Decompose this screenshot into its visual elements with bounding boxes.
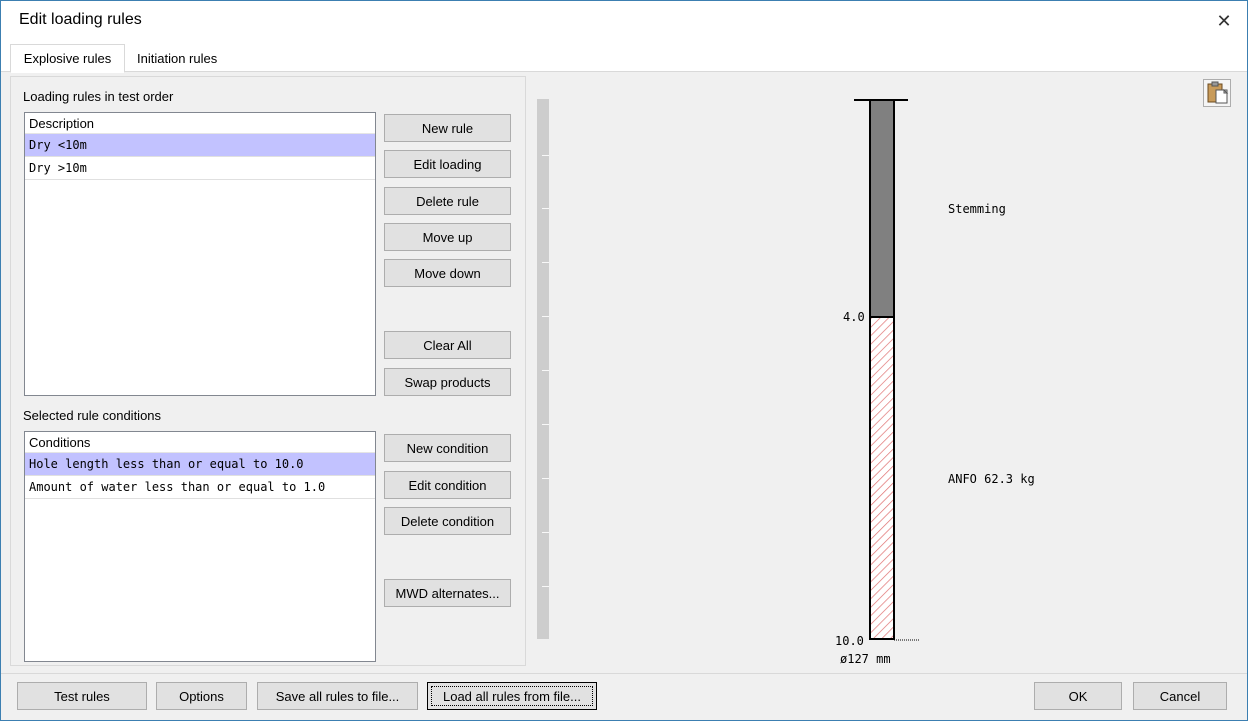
ruler-tick	[542, 316, 549, 317]
new-condition-button[interactable]: New condition	[384, 434, 511, 462]
ruler-tick	[542, 262, 549, 263]
rules-section-label: Loading rules in test order	[23, 89, 174, 104]
test-rules-button[interactable]: Test rules	[17, 682, 147, 710]
copy-to-clipboard-button[interactable]	[1203, 79, 1231, 107]
product-label: ANFO 62.3 kg	[948, 472, 1035, 486]
diameter-label: ø127 mm	[840, 652, 891, 666]
swap-products-button[interactable]: Swap products	[384, 368, 511, 396]
delete-rule-button[interactable]: Delete rule	[384, 187, 511, 215]
stemming-label: Stemming	[948, 202, 1006, 216]
bottom-depth-label: 10.0	[835, 634, 864, 648]
conditions-list[interactable]: Conditions Hole length less than or equa…	[24, 431, 376, 662]
depth-change-label: 4.0	[843, 310, 865, 324]
clear-all-button[interactable]: Clear All	[384, 331, 511, 359]
tab-strip: Explosive rules Initiation rules	[1, 41, 1247, 73]
dialog-title: Edit loading rules	[19, 11, 142, 28]
save-all-rules-button[interactable]: Save all rules to file...	[257, 682, 418, 710]
new-rule-button[interactable]: New rule	[384, 114, 511, 142]
stemming-deck	[869, 99, 895, 318]
edit-condition-button[interactable]: Edit condition	[384, 471, 511, 499]
cancel-button[interactable]: Cancel	[1133, 682, 1227, 710]
list-item[interactable]: Amount of water less than or equal to 1.…	[25, 476, 375, 499]
conditions-section-label: Selected rule conditions	[23, 408, 162, 423]
conditions-list-header[interactable]: Conditions	[25, 432, 375, 453]
tab-initiation-rules[interactable]: Initiation rules	[127, 45, 227, 72]
title-bar: Edit loading rules ✕	[1, 1, 1247, 41]
mwd-alternates-button[interactable]: MWD alternates...	[384, 579, 511, 607]
ruler-tick	[542, 370, 549, 371]
rules-panel: Loading rules in test order Description …	[10, 76, 526, 666]
ruler-tick	[542, 155, 549, 156]
clipboard-icon	[1207, 81, 1229, 104]
ruler-tick	[542, 208, 549, 209]
bottom-button-bar: Test rules Options Save all rules to fil…	[1, 673, 1247, 720]
ruler-tick	[542, 478, 549, 479]
ruler-tick	[542, 424, 549, 425]
depth-ruler[interactable]	[537, 99, 549, 639]
move-down-button[interactable]: Move down	[384, 259, 511, 287]
list-item[interactable]: Hole length less than or equal to 10.0	[25, 453, 375, 476]
ruler-tick	[542, 586, 549, 587]
rules-list[interactable]: Description Dry <10m Dry >10m	[24, 112, 376, 396]
move-up-button[interactable]: Move up	[384, 223, 511, 251]
delete-condition-button[interactable]: Delete condition	[384, 507, 511, 535]
close-button[interactable]: ✕	[1201, 1, 1247, 41]
blasthole-chart: Stemming ANFO 62.3 kg 4.0 10.0 ø127 mm	[835, 99, 1035, 666]
edit-loading-button[interactable]: Edit loading	[384, 150, 511, 178]
ruler-tick	[542, 532, 549, 533]
tab-explosive-rules[interactable]: Explosive rules	[10, 44, 125, 73]
options-button[interactable]: Options	[156, 682, 247, 710]
list-item[interactable]: Dry <10m	[25, 134, 375, 157]
load-all-rules-button[interactable]: Load all rules from file...	[427, 682, 597, 710]
rules-list-header[interactable]: Description	[25, 113, 375, 134]
close-icon: ✕	[1216, 10, 1232, 32]
ok-button[interactable]: OK	[1034, 682, 1122, 710]
focus-ring	[431, 686, 593, 706]
edit-loading-rules-dialog: Edit loading rules ✕ Explosive rules Ini…	[0, 0, 1248, 721]
list-item[interactable]: Dry >10m	[25, 157, 375, 180]
explosive-deck	[869, 316, 895, 640]
